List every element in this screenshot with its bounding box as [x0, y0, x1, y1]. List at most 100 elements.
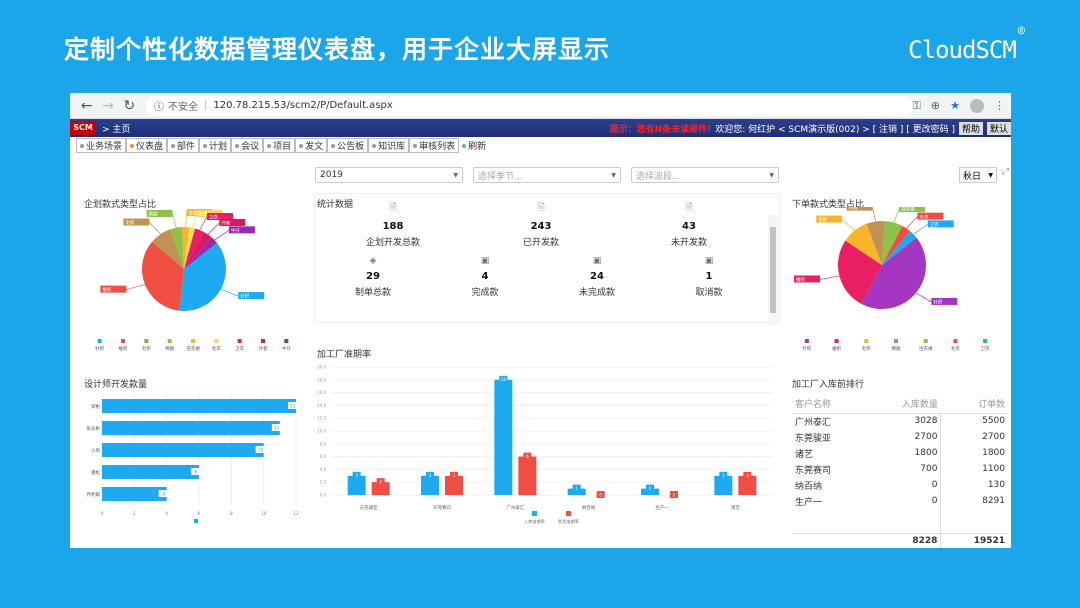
legend-swatch[interactable]	[834, 339, 839, 343]
tab-7[interactable]: 公告板	[327, 138, 369, 153]
data-label: 4	[162, 491, 165, 497]
legend-swatch[interactable]	[261, 339, 265, 343]
tab-2[interactable]: 部件	[167, 138, 200, 153]
refresh-button[interactable]: 刷新	[459, 139, 490, 152]
info-icon[interactable]: ⓘ	[154, 98, 164, 113]
tab-4[interactable]: 会议	[231, 138, 264, 153]
x-tick-label: 东莞骏亚	[360, 504, 378, 511]
expand-icon[interactable]: ⤢	[1002, 167, 1009, 177]
x-tick-label: 广州泰汇	[506, 504, 524, 511]
tab-0[interactable]: 业务场景	[76, 138, 127, 153]
legend-swatch[interactable]	[97, 339, 102, 343]
legend-label[interactable]: 针织	[802, 345, 811, 352]
table-row[interactable]: 纳百纳 0 130	[792, 477, 1008, 493]
legend-swatch[interactable]	[983, 339, 988, 343]
legend-label[interactable]: 毛织	[862, 345, 871, 352]
legend-label[interactable]: 毛衣	[212, 345, 221, 352]
ranking-title: 加工厂入库前排行	[792, 380, 865, 390]
bar[interactable]	[102, 443, 264, 457]
legend-swatch[interactable]	[121, 339, 125, 343]
data-label: 11	[274, 425, 280, 431]
season-dropdown[interactable]: 秋日 ▼	[959, 167, 997, 183]
table-row[interactable]: 生产一 0 8291	[792, 493, 1008, 509]
bar[interactable]	[518, 456, 537, 495]
table-cell: 2700	[914, 432, 938, 442]
legend-swatch[interactable]	[532, 511, 537, 516]
help-button[interactable]: 帮助	[958, 121, 983, 135]
legend-label[interactable]: 连衣裙	[919, 345, 933, 352]
season-placeholder: 选择季节...	[478, 171, 523, 182]
legend-swatch[interactable]	[237, 339, 242, 343]
label-leader	[185, 213, 187, 228]
bar[interactable]	[102, 399, 296, 413]
tab-9[interactable]: 审核列表	[409, 138, 460, 153]
bar[interactable]	[494, 379, 513, 495]
legend-swatch[interactable]	[167, 339, 172, 343]
legend-swatch[interactable]	[923, 339, 928, 343]
forward-icon[interactable]: →	[97, 98, 118, 114]
zoom-icon[interactable]: ⊕	[931, 99, 940, 112]
bar[interactable]	[102, 487, 167, 501]
table-row[interactable]: 广州泰汇 3028 5500	[792, 413, 1008, 429]
welcome-text[interactable]: 欢迎您: 何红护 < SCM演示版(002) > [ 注销 ] [ 更改密码 ]	[715, 122, 955, 135]
tab-6[interactable]: 发文	[295, 138, 328, 153]
designer-bar-chart: 0 2 4 6 8 10 12 梁彬 12 张东彬 11 小周 10 潘松 6 乔利娟 4	[87, 395, 299, 523]
legend-label[interactable]: 棉服	[165, 345, 174, 352]
legend-label[interactable]: 毛衣	[951, 345, 960, 352]
profile-avatar[interactable]	[970, 98, 984, 113]
legend-label[interactable]: 卫衣	[981, 345, 990, 352]
data-label: 10	[258, 447, 264, 453]
legend-label[interactable]: 棉服	[892, 345, 901, 352]
legend-label[interactable]: 外套	[259, 345, 268, 352]
stats-scrollbar[interactable]	[768, 215, 778, 325]
legend-swatch[interactable]	[191, 339, 195, 343]
table-row[interactable]: 诸艺 1800 1800	[792, 445, 1008, 461]
wave-select[interactable]: 选择波段... ▼	[631, 167, 779, 183]
legend-swatch[interactable]	[566, 511, 571, 516]
menu-icon[interactable]: ⋮	[994, 99, 1005, 112]
legend-swatch[interactable]	[864, 339, 869, 343]
stat-value: 43	[682, 221, 696, 232]
star-icon[interactable]: ★	[950, 99, 960, 112]
bar[interactable]	[102, 465, 199, 479]
season-select[interactable]: 选择季节... ▼	[473, 167, 621, 183]
legend-swatch[interactable]	[214, 339, 219, 343]
legend-label[interactable]: 毛织	[142, 345, 151, 352]
address-bar[interactable]: ⓘ 不安全 | 120.78.215.53/scm2/P/Default.asp…	[145, 95, 913, 116]
back-icon[interactable]: ←	[76, 98, 97, 114]
scroll-thumb[interactable]	[770, 227, 776, 313]
reload-icon[interactable]: ↻	[119, 98, 140, 114]
legend-swatch[interactable]	[804, 339, 809, 343]
legend-label[interactable]: 连衣裙	[186, 345, 200, 352]
legend-label[interactable]: 牛仔	[282, 345, 291, 352]
legend-label[interactable]: 梭织	[119, 345, 128, 352]
key-icon[interactable]: ⚿	[913, 99, 921, 113]
label-text: 棉服	[849, 207, 858, 211]
year-select[interactable]: 2019 ▼	[315, 167, 463, 183]
legend-swatch[interactable]	[953, 339, 958, 343]
document-icon: 🗎	[537, 203, 545, 213]
legend-swatch[interactable]	[144, 339, 149, 343]
tab-8[interactable]: 知识库	[368, 138, 410, 153]
table-row[interactable]: 东莞赛司 700 1100	[792, 461, 1008, 477]
y-tick-label: 14.0	[317, 403, 326, 408]
url-text[interactable]: 120.78.215.53/scm2/P/Default.aspx	[213, 100, 392, 111]
default-button[interactable]: 默认	[986, 121, 1011, 135]
legend-label[interactable]: 梭织	[832, 345, 841, 352]
tab-1[interactable]: 仪表盘	[126, 138, 168, 153]
browser-window: ← → ↻ ⓘ 不安全 | 120.78.215.53/scm2/P/Defau…	[70, 93, 1011, 548]
bar[interactable]	[102, 421, 280, 435]
mail-warning[interactable]: 提示：您有N条未读邮件!	[610, 122, 712, 135]
legend-swatch[interactable]	[194, 519, 198, 523]
table-cell: 0	[931, 480, 938, 490]
x-tick-label: 8	[230, 511, 233, 517]
legend-swatch[interactable]	[284, 339, 289, 343]
legend-swatch[interactable]	[894, 339, 898, 343]
table-row[interactable]: 东莞骏亚 2700 2700	[792, 429, 1008, 445]
tab-5[interactable]: 项目	[263, 138, 296, 153]
legend-label[interactable]: 卫衣	[235, 345, 244, 352]
legend-label[interactable]: 入库准期率	[524, 518, 545, 525]
legend-label[interactable]: 针织	[95, 345, 104, 352]
legend-label[interactable]: 到货准期率	[558, 518, 579, 525]
tab-3[interactable]: 计划	[199, 138, 232, 153]
